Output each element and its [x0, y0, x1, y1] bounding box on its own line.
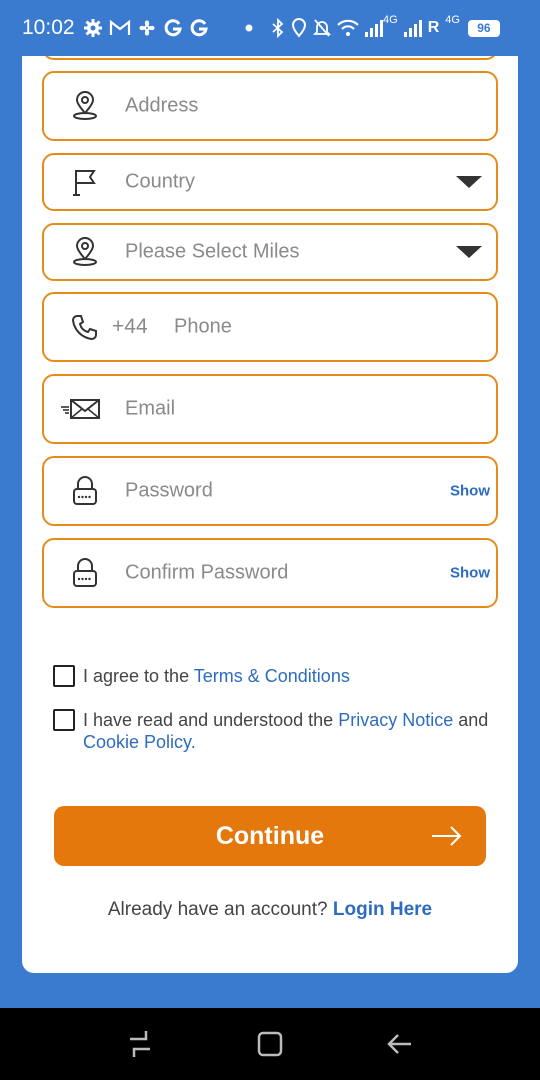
continue-label: Continue — [215, 821, 325, 850]
chevron-down-icon — [456, 246, 482, 258]
terms-row: I agree to the Terms & Conditions — [53, 665, 350, 687]
google-icon — [164, 19, 182, 37]
phone-field[interactable]: +44 Phone — [42, 292, 498, 362]
system-icons: 4G R 4G 96 — [245, 0, 500, 56]
signal-icon — [365, 20, 383, 37]
flag-icon — [70, 167, 100, 197]
login-prompt-text: Already have an account? — [107, 899, 333, 920]
arrow-right-icon — [432, 826, 462, 846]
lock-icon — [70, 476, 100, 506]
mute-icon — [313, 19, 331, 37]
country-placeholder: Country — [125, 170, 196, 193]
gmail-icon — [109, 19, 130, 35]
country-select[interactable]: Country — [42, 153, 498, 211]
cookie-link[interactable]: Cookie Policy — [83, 732, 191, 752]
fan-icon — [139, 20, 155, 36]
terms-text: I agree to the Terms & Conditions — [83, 665, 350, 687]
battery-icon: 96 — [467, 19, 500, 37]
settings-icon — [83, 19, 102, 37]
confirm-password-show-toggle[interactable]: Show — [450, 565, 490, 582]
privacy-text: I have read and understood the Privacy N… — [83, 709, 488, 753]
network-type-2: 4G — [445, 14, 460, 26]
login-prompt: Already have an account? Login Here — [22, 899, 518, 921]
network-type-1: 4G — [383, 14, 398, 26]
home-icon[interactable] — [252, 1026, 288, 1062]
bluetooth-icon — [272, 18, 284, 38]
email-field[interactable]: Email — [42, 374, 498, 444]
privacy-prefix: I have read and understood the — [83, 710, 339, 730]
recent-apps-icon[interactable] — [122, 1026, 158, 1062]
email-placeholder: Email — [125, 397, 176, 420]
signal-icon-2 — [403, 20, 422, 37]
status-bar: 10:02 4G R 4G 96 — [0, 0, 540, 56]
wifi-icon — [337, 19, 359, 36]
terms-checkbox[interactable] — [53, 665, 75, 687]
cookie-suffix: . — [190, 732, 196, 752]
roaming-indicator: R — [427, 19, 440, 36]
back-icon[interactable] — [382, 1026, 418, 1062]
password-field[interactable]: Password Show — [42, 456, 498, 526]
confirm-password-field[interactable]: Confirm Password Show — [42, 538, 498, 608]
privacy-checkbox[interactable] — [53, 709, 75, 731]
location-pin-icon — [70, 237, 100, 267]
login-link[interactable]: Login Here — [333, 899, 432, 920]
miles-placeholder: Please Select Miles — [125, 240, 300, 263]
chevron-down-icon — [456, 176, 482, 188]
address-placeholder: Address — [125, 94, 199, 117]
lock-icon — [70, 558, 100, 588]
google-icon-2 — [190, 19, 208, 37]
miles-select[interactable]: Please Select Miles — [42, 223, 498, 281]
privacy-row: I have read and understood the Privacy N… — [53, 709, 518, 753]
email-icon — [58, 394, 102, 424]
location-pin-icon — [70, 91, 100, 121]
previous-field-edge — [42, 56, 498, 60]
terms-prefix: I agree to the — [83, 666, 194, 686]
privacy-link[interactable]: Privacy Notice — [338, 710, 453, 730]
location-icon — [291, 18, 307, 38]
notification-icons — [83, 18, 209, 38]
dot-icon — [245, 24, 253, 32]
phone-icon — [70, 312, 100, 342]
confirm-password-placeholder: Confirm Password — [125, 561, 289, 584]
password-placeholder: Password — [125, 479, 213, 502]
navigation-bar — [0, 1008, 540, 1080]
terms-link[interactable]: Terms & Conditions — [194, 666, 350, 686]
privacy-and: and — [453, 710, 489, 730]
status-time: 10:02 — [22, 16, 75, 39]
password-show-toggle[interactable]: Show — [450, 483, 490, 500]
phone-placeholder: Phone — [174, 315, 232, 338]
phone-country-code[interactable]: +44 — [112, 315, 148, 339]
continue-button[interactable]: Continue — [54, 806, 486, 866]
signup-card: Address Country Please Select Miles +44 … — [22, 56, 518, 973]
address-field[interactable]: Address — [42, 71, 498, 141]
